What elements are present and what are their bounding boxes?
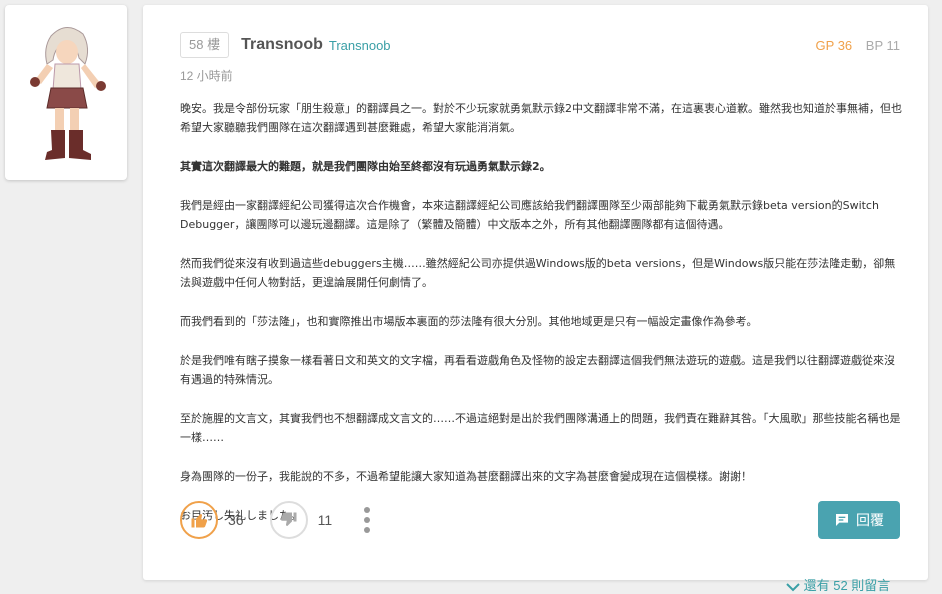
reply-label: 回覆 <box>856 512 884 528</box>
more-vertical-icon <box>364 507 371 513</box>
comment-icon <box>836 514 848 526</box>
post-paragraph: 然而我們從來沒有收到過這些debuggers主機……雖然經紀公司亦提供過Wind… <box>180 257 896 289</box>
avatar-card[interactable] <box>5 5 127 180</box>
post-body: 晚安。我是令部份玩家「朋生殺意」的翻譯員之一。對於不少玩家就勇氣默示錄2中文翻譯… <box>180 99 902 525</box>
floor-badge[interactable]: 58 樓 <box>180 32 230 58</box>
author-name[interactable]: Transnoob <box>241 36 323 54</box>
post-paragraph: 而我們看到的「莎法隆」，也和實際推出市場版本裏面的莎法隆有很大分別。其他地域更是… <box>180 315 758 328</box>
thumbs-down-icon <box>280 512 297 526</box>
post-scores: GP 36 BP 11 <box>816 38 900 53</box>
post-paragraph: 身為團隊的一份子，我能說的不多，不過希望能讓大家知道為甚麼翻譯出來的文字為甚麼會… <box>180 470 752 483</box>
post-card: 58 樓 Transnoob Transnoob GP 36 BP 11 12 … <box>143 5 928 580</box>
like-button[interactable] <box>180 501 218 539</box>
post-actions: 36 11 回覆 <box>180 499 900 541</box>
post-paragraph: 其實這次翻譯最大的難題，就是我們團隊由始至終都沒有玩過勇氣默示錄2。 <box>180 160 551 173</box>
post-header: 58 樓 Transnoob Transnoob GP 36 BP 11 <box>180 31 900 59</box>
dislike-button[interactable] <box>269 501 308 539</box>
author-id[interactable]: Transnoob <box>329 38 391 53</box>
chevron-down-icon <box>786 582 800 591</box>
post-time: 12 小時前 <box>180 69 233 83</box>
post-paragraph: 於是我們唯有瞎子摸象一樣看著日文和英文的文字檔，再看看遊戲角色及怪物的設定去翻譯… <box>180 354 895 386</box>
post-paragraph: 我們是經由一家翻譯經紀公司獲得這次合作機會，本來這翻譯經紀公司應該給我們翻譯團隊… <box>180 199 879 231</box>
reply-button[interactable]: 回覆 <box>818 501 900 539</box>
like-count: 36 <box>228 512 244 528</box>
post-paragraph: 晚安。我是令部份玩家「朋生殺意」的翻譯員之一。對於不少玩家就勇氣默示錄2中文翻譯… <box>180 102 902 134</box>
bp-score: BP 11 <box>865 37 900 53</box>
thumbs-up-icon <box>191 514 208 528</box>
more-comments-link[interactable]: 還有 52 則留言 <box>786 575 890 594</box>
post-paragraph: 至於施腥的文言文，其實我們也不想翻譯成文言文的……不過這絕對是出於我們團隊溝通上… <box>180 412 901 444</box>
dislike-count: 11 <box>317 512 333 528</box>
gp-score: GP 36 <box>815 37 853 53</box>
more-options-button[interactable] <box>360 503 374 537</box>
avatar <box>30 26 106 160</box>
more-comments-label: 還有 52 則留言 <box>803 578 891 593</box>
